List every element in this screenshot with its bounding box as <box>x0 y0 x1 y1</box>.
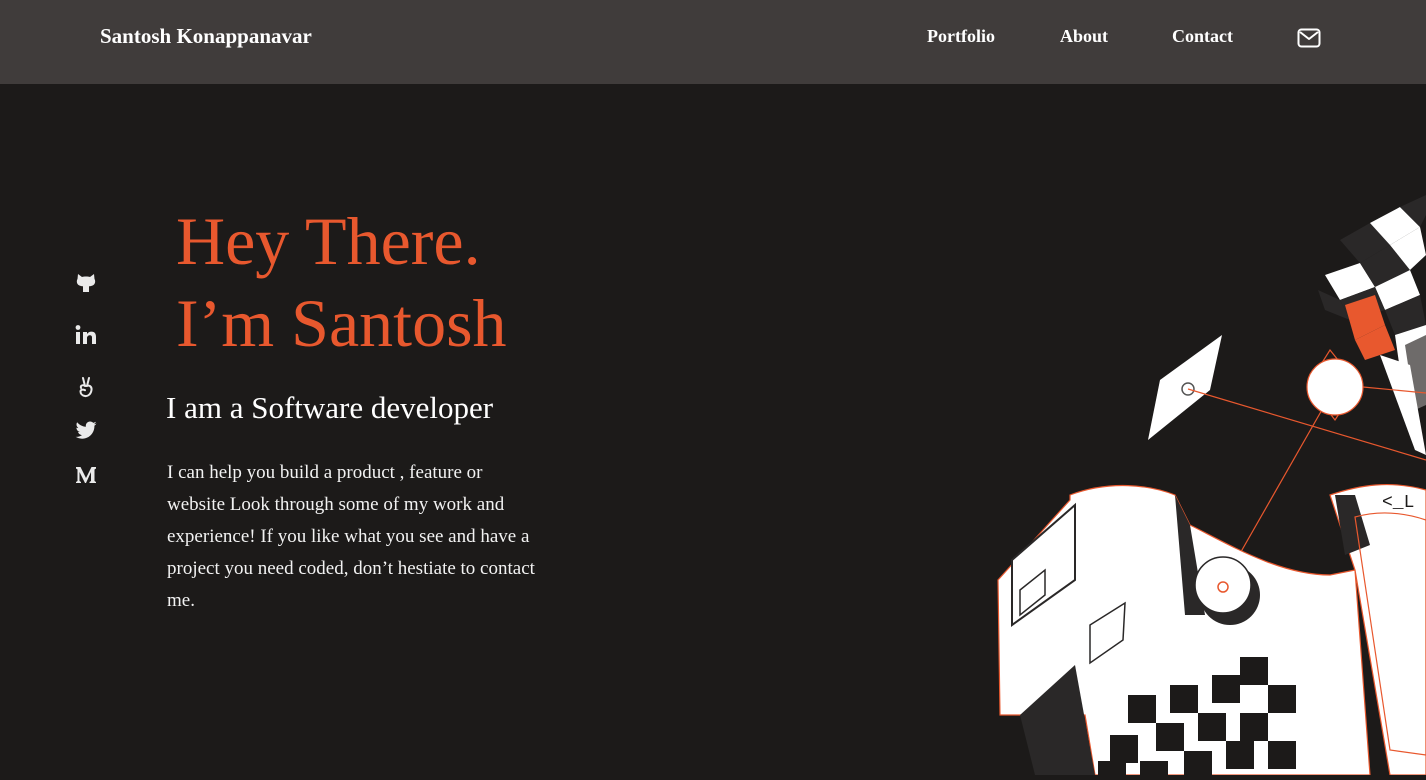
floating-card-shape <box>1148 335 1222 440</box>
hero-bio: I can help you build a product , feature… <box>167 462 535 611</box>
nav-link-contact[interactable]: Contact <box>1172 26 1233 47</box>
hero-greeting: Hey There. I’m Santosh <box>176 200 507 364</box>
top-navigation-bar: Santosh Konappanavar Portfolio About Con… <box>0 0 1426 84</box>
hero-role: I am a Software developer <box>166 390 494 425</box>
nav-link-about[interactable]: About <box>1060 26 1108 47</box>
github-icon[interactable] <box>74 270 98 294</box>
angellist-icon[interactable] <box>74 375 98 399</box>
site-brand-link[interactable]: Santosh Konappanavar <box>100 24 312 49</box>
greeting-line-2: I’m Santosh <box>176 285 507 361</box>
hero-illustration: <_L <box>990 195 1426 776</box>
checker-pattern-top <box>1318 195 1426 455</box>
linkedin-icon[interactable] <box>74 323 98 347</box>
twitter-icon[interactable] <box>74 418 98 442</box>
mail-icon[interactable] <box>1297 28 1321 48</box>
code-glyph: <_L <box>1382 493 1414 513</box>
medium-icon[interactable] <box>74 463 98 487</box>
nav-link-portfolio[interactable]: Portfolio <box>927 26 995 47</box>
greeting-line-1: Hey There. <box>176 203 481 279</box>
